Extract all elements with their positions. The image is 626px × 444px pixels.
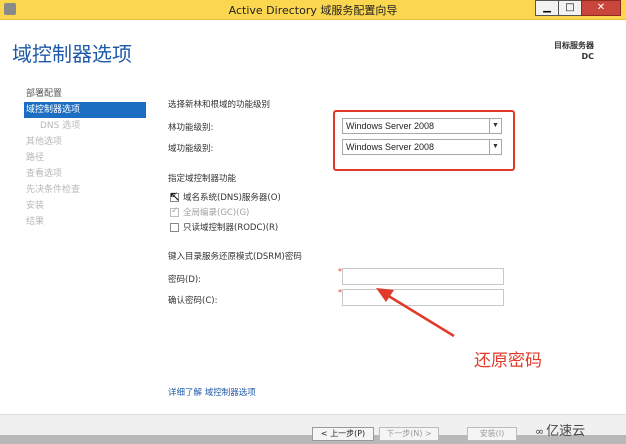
- nav-item-deployment[interactable]: 部署配置: [24, 86, 146, 102]
- nav-item-additional-options: 其他选项: [26, 137, 63, 147]
- dsrm-heading: 键入目录服务还原模式(DSRM)密码: [168, 252, 302, 262]
- dns-server-checkbox-row[interactable]: 域名系统(DNS)服务器(O): [170, 191, 281, 203]
- rodc-checkbox-row[interactable]: 只读域控制器(RODC)(R): [170, 221, 278, 233]
- dns-server-label: 域名系统(DNS)服务器(O): [183, 193, 281, 203]
- annotation-text: 还原密码: [474, 351, 542, 371]
- window-title: Active Directory 域服务配置向导: [228, 4, 398, 17]
- close-button[interactable]: ✕: [581, 0, 621, 16]
- minimize-button[interactable]: ▁: [535, 0, 559, 16]
- learn-more-link[interactable]: 详细了解 域控制器选项: [168, 386, 256, 398]
- nav-item-review: 查看选项: [26, 169, 63, 179]
- title-bar: Active Directory 域服务配置向导 ▁ □ ✕: [0, 0, 626, 20]
- rodc-checkbox[interactable]: [170, 223, 179, 232]
- footer-bar: < 上一步(P) 下一步(N) > 安装(I): [0, 414, 626, 444]
- nav-item-dns-options: DNS 选项: [40, 121, 81, 131]
- cloud-logo-icon: ∞: [535, 425, 545, 438]
- rodc-label: 只读域控制器(RODC)(R): [183, 223, 279, 233]
- confirm-password-label: 确认密码(C):: [168, 296, 218, 306]
- page-title: 域控制器选项: [12, 42, 132, 66]
- nav-item-dc-options[interactable]: 域控制器选项: [24, 102, 146, 118]
- domain-level-label: 域功能级别:: [168, 144, 214, 154]
- watermark-text: 亿速云: [546, 424, 586, 439]
- wizard-nav: 部署配置 域控制器选项 DNS 选项 其他选项 路径 查看选项 先决条件检查 安…: [24, 86, 146, 230]
- target-server-label: 目标服务器: [554, 41, 594, 50]
- capabilities-heading: 指定域控制器功能: [168, 174, 237, 184]
- nav-item-results: 结果: [26, 217, 45, 227]
- nav-item-prereq: 先决条件检查: [26, 185, 81, 195]
- target-server-value: DC: [581, 52, 594, 61]
- annotation-arrow-icon: [376, 288, 455, 338]
- global-catalog-checkbox-row: 全局编录(GC)(G): [170, 206, 249, 218]
- maximize-button[interactable]: □: [558, 0, 582, 16]
- password-input[interactable]: [342, 268, 504, 285]
- highlight-box: [333, 110, 515, 171]
- global-catalog-label: 全局编录(GC)(G): [183, 208, 250, 218]
- password-label: 密码(D):: [168, 275, 202, 285]
- next-button[interactable]: 下一步(N) >: [379, 427, 439, 441]
- install-button[interactable]: 安装(I): [467, 427, 517, 441]
- watermark: ∞ 亿速云: [535, 420, 585, 439]
- nav-item-install: 安装: [26, 201, 45, 211]
- global-catalog-checkbox: [170, 206, 179, 217]
- mouse-cursor-icon: ↖: [169, 189, 181, 205]
- forest-level-label: 林功能级别:: [168, 123, 214, 133]
- previous-button[interactable]: < 上一步(P): [312, 427, 374, 441]
- nav-item-paths: 路径: [26, 153, 45, 163]
- functional-level-heading: 选择新林和根域的功能级别: [168, 100, 271, 110]
